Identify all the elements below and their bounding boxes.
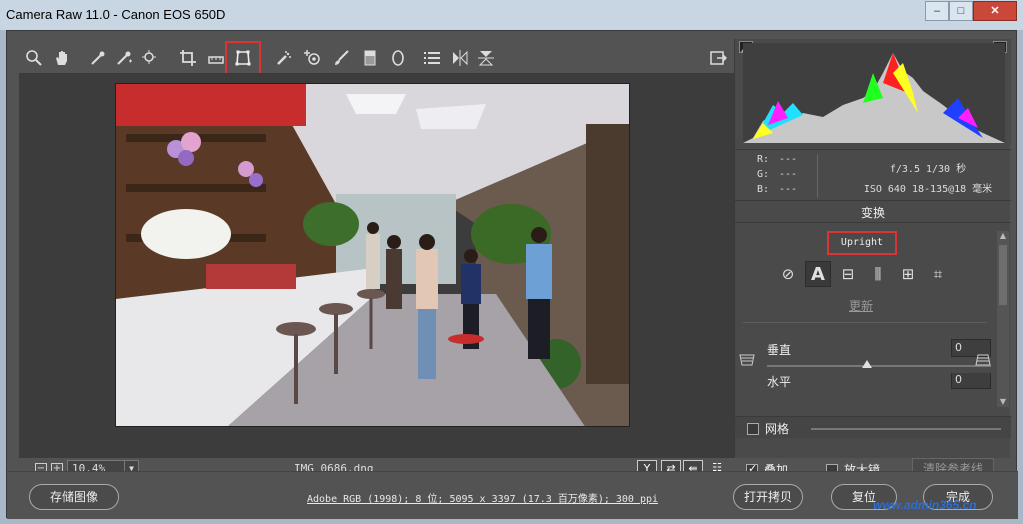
upright-guided-button[interactable]: ⌗ [925, 261, 951, 287]
auto-icon: A [811, 263, 825, 285]
grid-checkbox[interactable] [747, 423, 759, 435]
hand-tool-icon[interactable] [51, 48, 73, 68]
preview-image [115, 83, 630, 427]
vertical-perspective-right-icon [975, 353, 991, 371]
rgb-readout: R: --- G: --- B: --- f/3.5 1/30 秒 ISO 640 1… [735, 149, 1011, 201]
close-button[interactable]: ✕ [973, 1, 1017, 21]
vertical-perspective-left-icon [739, 353, 755, 371]
minimize-button[interactable]: – [925, 1, 949, 21]
upright-buttons: ⊘ A ⊟ ⫼ ⊞ ⌗ [775, 261, 951, 289]
readout-divider [817, 154, 818, 198]
upright-auto-button[interactable]: A [805, 261, 831, 287]
white-balance-tool-icon[interactable] [87, 48, 109, 68]
toolbar [19, 39, 734, 75]
open-copy-button[interactable]: 打开拷贝 [733, 484, 803, 510]
grid-label: 网格 [765, 422, 790, 436]
disable-icon: ⊘ [781, 265, 795, 283]
flip-icon[interactable] [475, 48, 497, 68]
vertical-slider-row: 垂直 0 [765, 339, 995, 371]
exposure-info: f/3.5 1/30 秒 [889, 164, 967, 175]
transform-tool-icon[interactable] [225, 41, 261, 75]
vertical-label: 垂直 [767, 343, 792, 357]
guided-icon: ⌗ [933, 265, 943, 283]
bottom-bar: 存储图像 Adobe RGB (1998); 8 位; 5095 x 3397 … [7, 471, 1018, 519]
workflow-options-link[interactable]: Adobe RGB (1998); 8 位; 5095 x 3397 (17.3… [307, 490, 658, 505]
update-link[interactable]: 更新 [735, 297, 987, 314]
graduated-filter-icon[interactable] [359, 48, 381, 68]
green-readout: G: --- [757, 169, 798, 180]
horizontal-slider-row: 水平 0 [765, 373, 995, 393]
vertical-icon: ⫼ [874, 265, 882, 283]
radial-filter-icon[interactable] [387, 48, 409, 68]
maximize-button[interactable]: □ [949, 1, 973, 21]
upright-vertical-button[interactable]: ⫼ [865, 261, 891, 287]
vertical-slider-thumb[interactable] [862, 360, 872, 368]
upright-full-button[interactable]: ⊞ [895, 261, 921, 287]
watermark-text: www.admin365.cn [873, 498, 977, 512]
vertical-slider-track[interactable] [767, 365, 991, 367]
upright-label: Upright [827, 231, 897, 255]
spot-removal-tool-icon[interactable] [273, 48, 295, 68]
panel-scrollbar[interactable]: ▲ ▼ [997, 231, 1009, 407]
upright-off-button[interactable]: ⊘ [775, 261, 801, 287]
scrollbar-thumb[interactable] [999, 245, 1007, 305]
full-icon: ⊞ [901, 265, 915, 283]
zoom-tool-icon[interactable] [23, 48, 45, 68]
grid-size-slider[interactable] [811, 428, 1001, 430]
window-controls: – □ ✕ [925, 1, 1017, 21]
panel-title: 变换 [735, 203, 1011, 223]
window-title-bar: Camera Raw 11.0 - Canon EOS 650D – □ ✕ [0, 0, 1023, 30]
right-panel: R: --- G: --- B: --- f/3.5 1/30 秒 ISO 640 1… [734, 39, 1011, 458]
horizontal-value-field[interactable]: 0 [951, 373, 991, 389]
save-image-button[interactable]: 存储图像 [29, 484, 119, 510]
red-readout: R: --- [757, 154, 798, 165]
image-canvas[interactable] [19, 73, 734, 458]
preferences-icon[interactable] [421, 48, 443, 68]
scroll-down-icon[interactable]: ▼ [998, 397, 1008, 407]
histogram [735, 39, 1011, 145]
adjustment-brush-icon[interactable] [331, 48, 353, 68]
crop-tool-icon[interactable] [177, 48, 199, 68]
lens-info: ISO 640 18-135@18 毫米 [863, 184, 993, 195]
level-icon: ⊟ [841, 265, 855, 283]
targeted-adjustment-tool-icon[interactable] [139, 48, 161, 68]
histogram-graph [743, 43, 1005, 143]
camera-raw-dialog: − + 10.4% ▼ IMG_0686.dng Y ⇄ ⇚ ☷ R: --- … [6, 30, 1018, 519]
grid-row: 网格 [735, 416, 1011, 438]
color-sampler-tool-icon[interactable] [113, 48, 135, 68]
open-in-photoshop-icon[interactable] [707, 48, 729, 68]
rotate-icon[interactable] [449, 48, 471, 68]
horizontal-label: 水平 [767, 375, 792, 389]
window-title: Camera Raw 11.0 - Canon EOS 650D [6, 7, 226, 22]
scroll-up-icon[interactable]: ▲ [998, 231, 1008, 241]
blue-readout: B: --- [757, 184, 798, 195]
section-divider [743, 322, 987, 323]
upright-level-button[interactable]: ⊟ [835, 261, 861, 287]
red-eye-removal-tool-icon[interactable] [301, 48, 323, 68]
straighten-tool-icon[interactable] [205, 48, 227, 68]
